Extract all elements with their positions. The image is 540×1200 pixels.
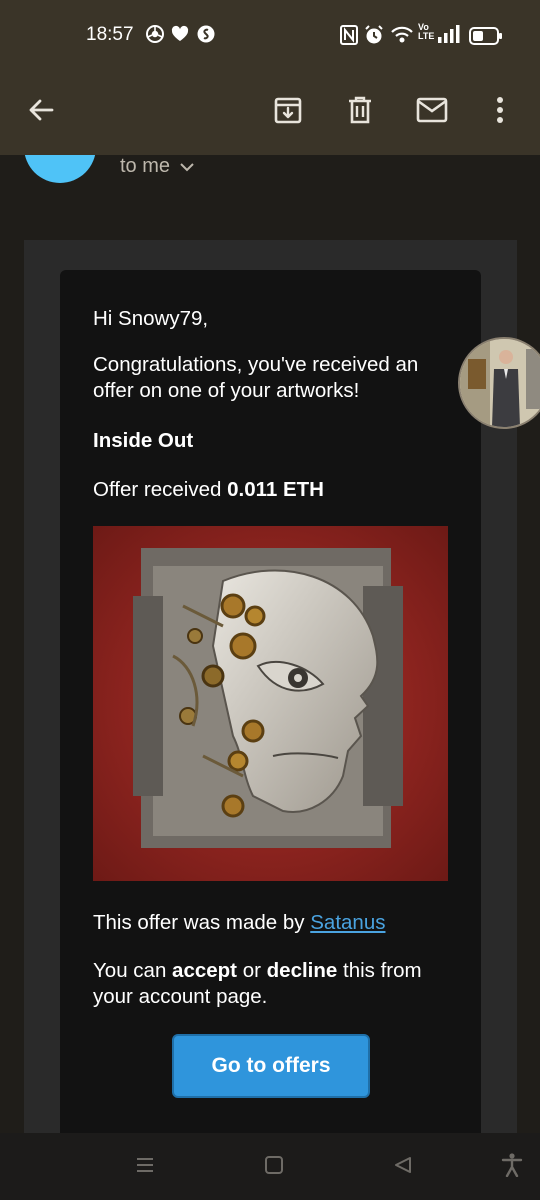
- made-by-prefix: This offer was made by: [93, 911, 305, 934]
- status-time: 18:57: [86, 24, 134, 45]
- wifi-icon: [391, 25, 413, 50]
- delete-icon: [346, 95, 374, 130]
- more-options-button[interactable]: [478, 90, 522, 134]
- sender-avatar[interactable]: K: [24, 155, 96, 183]
- action-or: or: [242, 959, 261, 982]
- go-to-offers-button[interactable]: Go to offers: [172, 1034, 370, 1098]
- shazam-icon: [197, 25, 215, 48]
- heart-icon: [171, 25, 189, 48]
- home-icon: [264, 1155, 284, 1180]
- artwork-image[interactable]: [93, 526, 448, 881]
- archive-icon: [273, 95, 303, 130]
- message-text: Congratulations, you've received an offe…: [93, 353, 419, 402]
- email-content: K to me Hi Snowy79, Congratulations, you…: [0, 155, 540, 1133]
- back-nav-button[interactable]: [388, 1152, 418, 1182]
- delete-button[interactable]: [338, 90, 382, 134]
- home-button[interactable]: [259, 1152, 289, 1182]
- email-body-frame: Hi Snowy79, Congratulations, you've rece…: [24, 240, 517, 1133]
- artwork-title: Inside Out: [93, 429, 194, 452]
- email-toolbar: [0, 70, 540, 155]
- offer-prefix: Offer received: [93, 478, 222, 501]
- offer-line: Offer received 0.011 ETH: [93, 477, 453, 503]
- offer-amount: 0.011 ETH: [227, 478, 324, 501]
- accessibility-icon: [501, 1152, 523, 1182]
- mark-unread-button[interactable]: [410, 90, 454, 134]
- back-icon: [393, 1155, 413, 1180]
- greeting-text: Hi Snowy79,: [93, 307, 209, 330]
- offer-made-by-line: This offer was made by Satanus: [93, 910, 453, 936]
- email-card: Hi Snowy79, Congratulations, you've rece…: [60, 270, 481, 1133]
- system-nav-bar: [0, 1133, 540, 1200]
- signal-icon: [437, 25, 461, 48]
- more-vert-icon: [496, 96, 504, 129]
- offerer-link[interactable]: Satanus: [310, 911, 385, 934]
- back-arrow-icon: [27, 96, 55, 129]
- volte-icon: Vo LTE: [418, 22, 435, 41]
- alarm-icon: [364, 25, 384, 50]
- recents-icon: [135, 1155, 155, 1180]
- action-decline: decline: [266, 959, 338, 982]
- floating-video-bubble[interactable]: [458, 337, 540, 429]
- action-instructions: You can accept or decline this from your…: [93, 958, 453, 1010]
- recipient-details-toggle[interactable]: to me: [120, 155, 194, 178]
- battery-icon: [469, 27, 503, 50]
- archive-button[interactable]: [266, 90, 310, 134]
- chrome-icon: [146, 25, 164, 48]
- action-you-can: You can: [93, 959, 167, 982]
- chevron-down-icon: [180, 155, 194, 178]
- back-button[interactable]: [19, 90, 63, 134]
- mail-icon: [416, 97, 448, 128]
- recents-button[interactable]: [130, 1152, 160, 1182]
- accessibility-button[interactable]: [497, 1152, 527, 1182]
- recipient-label: to me: [120, 155, 171, 177]
- nfc-icon: [340, 25, 358, 50]
- action-accept: accept: [172, 959, 238, 982]
- status-bar: 18:57 Vo LTE: [0, 0, 540, 70]
